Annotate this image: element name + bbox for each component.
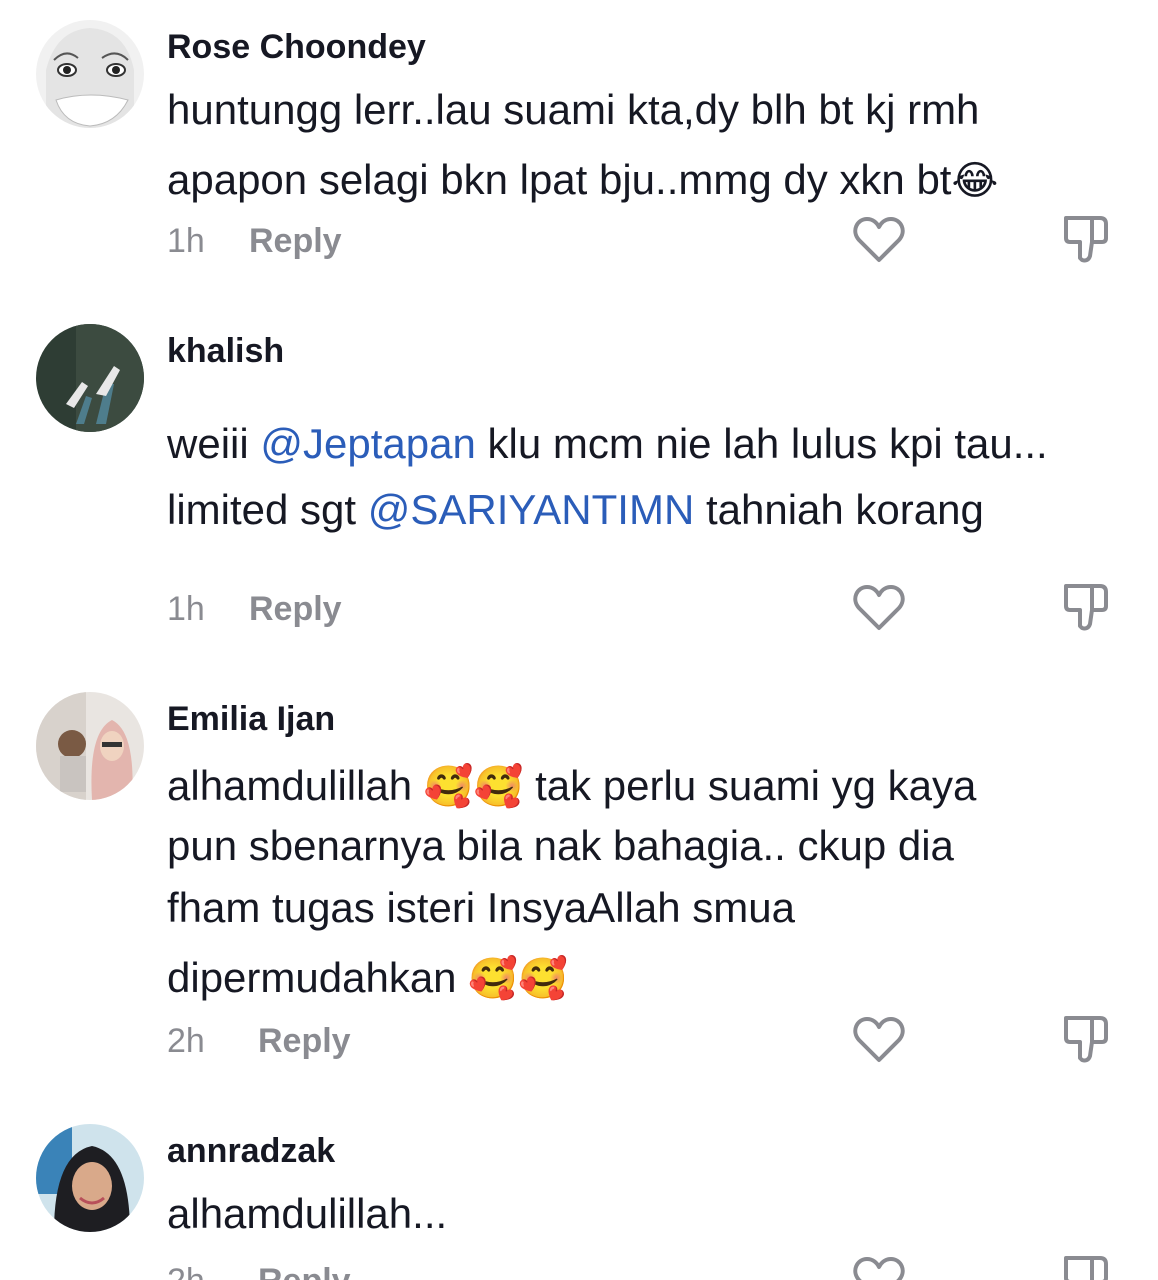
comment-text-segment: weiii [167, 420, 261, 467]
comment-username[interactable]: Rose Choondey [167, 28, 426, 67]
thumbs-down-icon[interactable] [1060, 1012, 1114, 1066]
smiling-hearts-emoji: 🥰🥰 [423, 765, 524, 809]
comment-time: 2h [167, 1262, 205, 1280]
comment-text-segment: pun sbenarnya bila nak bahagia.. ckup di… [167, 822, 954, 869]
comment-text-segment: limited sgt [167, 486, 368, 533]
heart-icon[interactable] [853, 584, 905, 632]
reply-button[interactable]: Reply [249, 222, 342, 261]
comment-text: alhamdulillah 🥰🥰 tak perlu suami yg kaya [167, 762, 976, 810]
thumbs-down-icon[interactable] [1060, 580, 1114, 634]
mention-link[interactable]: @Jeptapan [260, 420, 475, 467]
laughing-emoji: 😂 [951, 159, 999, 203]
reply-button[interactable]: Reply [249, 590, 342, 629]
avatar[interactable] [36, 1124, 144, 1232]
thumbs-down-icon[interactable] [1060, 1252, 1114, 1280]
reply-button[interactable]: Reply [258, 1022, 351, 1061]
comment-text-line: huntungg lerr..lau suami kta,dy blh bt k… [167, 86, 980, 133]
thumbs-down-icon[interactable] [1060, 212, 1114, 266]
comment-item: annradzak alhamdulillah... 2h Reply [0, 1110, 1158, 1280]
comment-time: 1h [167, 222, 205, 260]
comment-text: huntungg lerr..lau suami kta,dy blh bt k… [167, 86, 979, 134]
comment-text-segment: alhamdulillah... [167, 1190, 448, 1237]
heart-icon[interactable] [853, 1016, 905, 1064]
comment-text-segment: fham tugas isteri InsyaAllah smua [167, 884, 795, 931]
reply-button[interactable]: Reply [258, 1262, 351, 1280]
comment-username[interactable]: khalish [167, 332, 284, 371]
mention-link[interactable]: @SARIYANTIMN [368, 486, 695, 533]
heart-icon[interactable] [853, 216, 905, 264]
avatar-image [36, 20, 144, 128]
comment-text-segment: tak perlu suami yg kaya [523, 762, 977, 809]
comment-text-segment: tahniah korang [694, 486, 984, 533]
comment-text: pun sbenarnya bila nak bahagia.. ckup di… [167, 822, 954, 870]
comment-text-segment: dipermudahkan [167, 954, 469, 1001]
comment-text: alhamdulillah... [167, 1190, 447, 1238]
comment-text: weiii @Jeptapan klu mcm nie lah lulus kp… [167, 420, 1048, 468]
comment-time: 2h [167, 1022, 205, 1060]
comment-text-line: apapon selagi bkn lpat bju..mmg dy xkn b… [167, 156, 952, 203]
comment-text-segment: alhamdulillah [167, 762, 424, 809]
avatar[interactable] [36, 324, 144, 432]
comment-text: dipermudahkan 🥰🥰 [167, 954, 568, 1002]
avatar-image [36, 692, 144, 800]
comment-item: khalish weiii @Jeptapan klu mcm nie lah … [0, 300, 1158, 670]
smiling-hearts-emoji: 🥰🥰 [468, 957, 568, 1001]
comment-username[interactable]: Emilia Ijan [167, 700, 335, 739]
avatar-image [36, 1124, 144, 1232]
heart-icon[interactable] [853, 1256, 905, 1280]
comment-item: Rose Choondey huntungg lerr..lau suami k… [0, 0, 1158, 300]
avatar[interactable] [36, 692, 144, 800]
comment-time: 1h [167, 590, 205, 628]
comment-text-segment: klu mcm nie lah lulus kpi tau... [475, 420, 1048, 467]
comment-text: limited sgt @SARIYANTIMN tahniah korang [167, 486, 984, 534]
comment-username[interactable]: annradzak [167, 1132, 335, 1171]
comment-text: fham tugas isteri InsyaAllah smua [167, 884, 795, 932]
avatar-image [36, 324, 144, 432]
comment-text: apapon selagi bkn lpat bju..mmg dy xkn b… [167, 156, 998, 204]
avatar[interactable] [36, 20, 144, 128]
comment-item: Emilia Ijan alhamdulillah 🥰🥰 tak perlu s… [0, 670, 1158, 1110]
